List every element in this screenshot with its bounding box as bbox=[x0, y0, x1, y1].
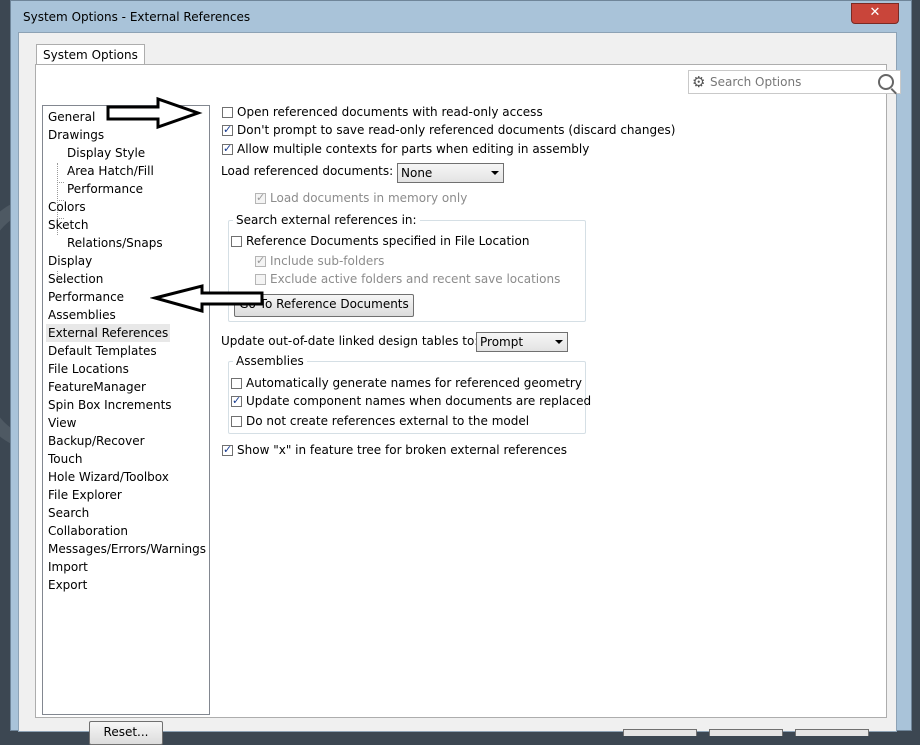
tree-item[interactable]: Display Style bbox=[67, 144, 145, 162]
tree-item[interactable]: External References bbox=[46, 324, 171, 342]
tree-item[interactable]: Performance bbox=[48, 288, 124, 306]
include-subfolders-checkbox[interactable] bbox=[255, 254, 266, 267]
dont-prompt-label: Don't prompt to save read-only reference… bbox=[237, 123, 676, 137]
update-component-names-checkbox[interactable] bbox=[231, 394, 242, 407]
options-panel: ⚙ Search Options General Drawings Display … bbox=[35, 64, 901, 745]
update-design-tables-label: Update out-of-date linked design tables … bbox=[221, 334, 479, 348]
load-memory-label: Load documents in memory only bbox=[270, 191, 468, 205]
tree-item[interactable]: Hole Wizard/Toolbox bbox=[48, 468, 169, 486]
load-referenced-label: Load referenced documents: bbox=[221, 164, 394, 178]
show-x-label: Show "x" in feature tree for broken exte… bbox=[237, 443, 568, 457]
auto-names-checkbox[interactable] bbox=[231, 378, 242, 389]
tree-item[interactable]: Display bbox=[48, 252, 92, 270]
no-external-refs-label: Do not create references external to the… bbox=[246, 414, 530, 428]
chevron-down-icon bbox=[555, 340, 563, 344]
tree-item[interactable]: General bbox=[48, 108, 95, 126]
no-external-refs-checkbox[interactable] bbox=[231, 416, 242, 427]
search-box[interactable]: ⚙ Search Options bbox=[688, 70, 901, 94]
tree-item[interactable]: Touch bbox=[48, 450, 82, 468]
tree-item[interactable]: File Locations bbox=[48, 360, 129, 378]
update-design-tables-select[interactable]: Prompt bbox=[476, 332, 568, 352]
annotation-arrow-right-icon bbox=[106, 96, 203, 130]
update-design-tables-value: Prompt bbox=[480, 335, 524, 349]
allow-multiple-checkbox[interactable] bbox=[222, 142, 233, 155]
include-subfolders-label: Include sub-folders bbox=[270, 254, 385, 268]
annotation-arrow-left-icon bbox=[150, 284, 264, 313]
chevron-down-icon bbox=[491, 171, 499, 175]
load-memory-checkbox[interactable] bbox=[255, 191, 266, 204]
tree-item[interactable]: Relations/Snaps bbox=[67, 234, 163, 252]
window-title: System Options - External References bbox=[23, 10, 251, 24]
title-bar[interactable]: System Options - External References ✕ bbox=[11, 1, 911, 33]
tree-item[interactable]: Performance bbox=[67, 180, 143, 198]
tab-system-options[interactable]: System Options bbox=[36, 44, 145, 66]
cancel-button[interactable] bbox=[709, 729, 783, 736]
options-tree: General Drawings Display Style Area Hatch/F… bbox=[42, 105, 210, 715]
search-icon[interactable] bbox=[878, 74, 894, 90]
tree-item[interactable]: Collaboration bbox=[48, 522, 128, 540]
tree-item[interactable]: Backup/Recover bbox=[48, 432, 145, 450]
tree-item[interactable]: Spin Box Increments bbox=[48, 396, 172, 414]
dont-prompt-checkbox[interactable] bbox=[222, 123, 233, 136]
close-button[interactable]: ✕ bbox=[851, 3, 899, 24]
dialog-client-area: System Options ⚙ Search Options General D… bbox=[18, 32, 901, 745]
tree-item[interactable]: Assemblies bbox=[48, 306, 116, 324]
tree-item[interactable]: Messages/Errors/Warnings bbox=[48, 540, 206, 558]
tree-item[interactable]: FeatureManager bbox=[48, 378, 146, 396]
search-input[interactable]: Search Options bbox=[710, 75, 801, 89]
tree-item[interactable]: View bbox=[48, 414, 76, 432]
tree-item[interactable]: Colors bbox=[48, 198, 86, 216]
open-readonly-checkbox[interactable] bbox=[222, 107, 233, 118]
exclude-active-label: Exclude active folders and recent save l… bbox=[270, 272, 561, 286]
ref-docs-file-location-checkbox[interactable] bbox=[231, 236, 242, 247]
open-readonly-label: Open referenced documents with read-only… bbox=[237, 105, 543, 119]
tree-item[interactable]: Sketch bbox=[48, 216, 88, 234]
assemblies-group-title: Assemblies bbox=[233, 354, 307, 368]
tree-item[interactable]: Search bbox=[48, 504, 89, 522]
tree-item[interactable]: Import bbox=[48, 558, 88, 576]
tree-item[interactable]: Export bbox=[48, 576, 87, 594]
tree-item[interactable]: File Explorer bbox=[48, 486, 122, 504]
reset-button[interactable]: Reset... bbox=[89, 721, 163, 745]
tree-item[interactable]: Default Templates bbox=[48, 342, 157, 360]
tree-connector bbox=[57, 182, 64, 183]
allow-multiple-label: Allow multiple contexts for parts when e… bbox=[237, 142, 590, 156]
update-component-names-label: Update component names when documents ar… bbox=[246, 394, 592, 408]
ref-docs-file-location-label: Reference Documents specified in File Lo… bbox=[246, 234, 530, 248]
gear-icon[interactable]: ⚙ bbox=[692, 72, 705, 92]
tree-item[interactable]: Selection bbox=[48, 270, 103, 288]
search-external-refs-title: Search external references in: bbox=[233, 213, 420, 227]
load-referenced-value: None bbox=[401, 166, 433, 180]
load-referenced-select[interactable]: None bbox=[397, 163, 504, 183]
help-button[interactable] bbox=[795, 729, 869, 736]
auto-names-label: Automatically generate names for referen… bbox=[246, 376, 582, 390]
ok-button[interactable] bbox=[623, 729, 697, 736]
tree-item[interactable]: Drawings bbox=[48, 126, 104, 144]
tree-item[interactable]: Area Hatch/Fill bbox=[67, 162, 154, 180]
show-x-checkbox[interactable] bbox=[222, 443, 233, 456]
